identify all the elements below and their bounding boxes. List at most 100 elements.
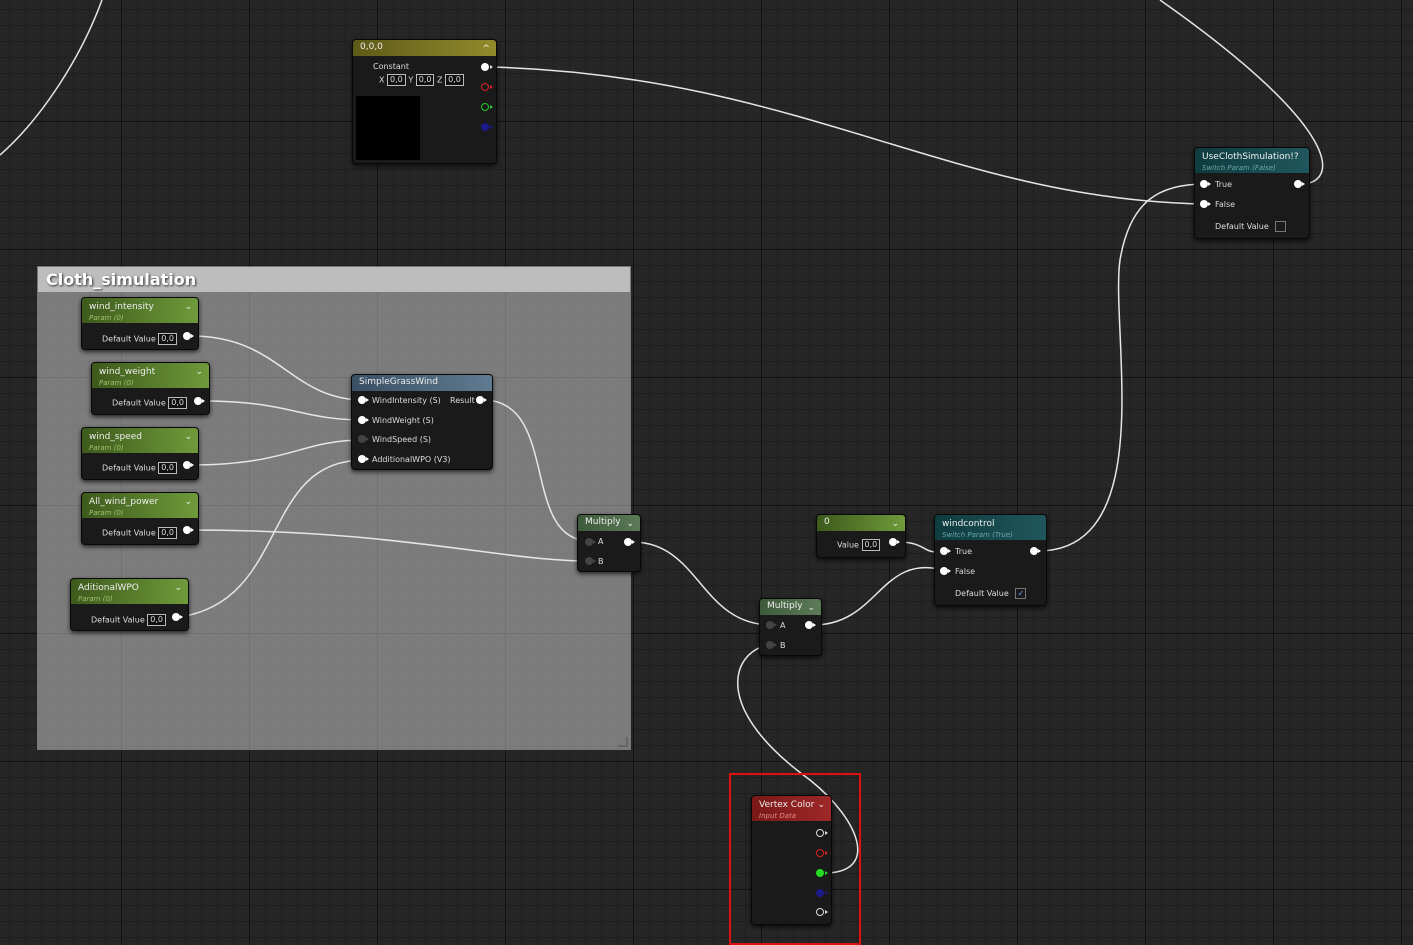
input-label: WindWeight (S) <box>372 416 434 425</box>
node-header[interactable]: 0 ⌄ <box>817 515 905 531</box>
wire-mult2-to-false <box>812 566 948 626</box>
wire-bg-left <box>0 0 103 156</box>
default-value-field[interactable]: 0,0 <box>147 614 167 626</box>
scalar-node-zero[interactable]: 0 ⌄ Value 0,0 <box>816 514 906 558</box>
default-value-row: Default Value 0,0 <box>91 614 167 626</box>
usecloth-true-pin[interactable] <box>1200 180 1211 188</box>
default-value-row: Default Value 0,0 <box>102 333 178 345</box>
node-header[interactable]: UseClothSimulation!? Switch Param (False… <box>1195 148 1309 173</box>
pin-label-true: True <box>955 547 972 556</box>
node-title: 0,0,0 <box>360 42 383 52</box>
value-row: Value 0,0 <box>837 539 881 551</box>
pin-label-b: B <box>598 557 604 566</box>
default-value-checkbox[interactable]: ✓ <box>1015 588 1027 599</box>
param-node-wind-speed[interactable]: wind_speed Param (0) ⌄ Default Value 0,0 <box>81 427 199 480</box>
multiply2-b-pin[interactable] <box>766 641 777 649</box>
sgw-windintensity-pin[interactable] <box>358 396 369 404</box>
wind-intensity-out-pin[interactable] <box>183 332 194 340</box>
default-value-field[interactable]: 0,0 <box>158 333 178 345</box>
windcontrol-switch-node[interactable]: windcontrol Switch Param (True) True Fal… <box>934 514 1047 606</box>
multiply1-b-pin[interactable] <box>585 557 596 565</box>
default-value-field[interactable]: 0,0 <box>168 397 188 409</box>
param-node-aditionalwpo[interactable]: AditionalWPO Param (0) ⌄ Default Value 0… <box>70 578 189 631</box>
param-node-wind-weight[interactable]: wind_weight Param (0) ⌄ Default Value 0,… <box>91 362 210 415</box>
constant-out-rgb-pin[interactable] <box>481 63 493 71</box>
default-value-row: Default Value <box>1215 221 1287 232</box>
wind-speed-out-pin[interactable] <box>183 461 194 469</box>
constant-out-b-pin[interactable] <box>481 123 493 131</box>
node-header[interactable]: AditionalWPO Param (0) ⌄ <box>71 579 188 604</box>
multiply1-a-pin[interactable] <box>585 538 596 546</box>
chevron-down-icon[interactable]: ⌄ <box>817 798 825 812</box>
param-node-all-wind-power[interactable]: All_wind_power Param (0) ⌄ Default Value… <box>81 492 199 545</box>
pin-label-false: False <box>1215 200 1236 209</box>
constant-out-r-pin[interactable] <box>481 83 493 91</box>
node-header[interactable]: wind_intensity Param (0) ⌄ <box>82 298 198 323</box>
default-value-row: Default Value 0,0 <box>112 397 188 409</box>
multiply1-out-pin[interactable] <box>624 538 635 546</box>
node-header[interactable]: Multiply ⌄ <box>578 515 640 531</box>
node-header[interactable]: wind_weight Param (0) ⌄ <box>92 363 209 388</box>
wind-weight-out-pin[interactable] <box>194 397 205 405</box>
sgw-windspeed-pin[interactable] <box>358 435 369 443</box>
z-field[interactable]: 0,0 <box>445 74 464 86</box>
usecloth-switch-node[interactable]: UseClothSimulation!? Switch Param (False… <box>1194 147 1310 239</box>
multiply2-a-pin[interactable] <box>766 621 777 629</box>
value-field[interactable]: 0,0 <box>861 539 881 551</box>
input-label: WindIntensity (S) <box>372 396 441 405</box>
default-value-field[interactable]: 0,0 <box>158 462 178 474</box>
constant-out-g-pin[interactable] <box>481 103 493 111</box>
input-label: AdditionalWPO (V3) <box>372 455 451 464</box>
vertex-color-g-pin[interactable] <box>816 869 828 877</box>
aditionalwpo-out-pin[interactable] <box>172 613 183 621</box>
constant-node[interactable]: 0,0,0 ^ Constant X 0,0 Y 0,0 Z 0,0 <box>352 39 497 164</box>
constant-label: Constant <box>373 62 409 71</box>
pin-label-false: False <box>955 567 976 576</box>
usecloth-false-pin[interactable] <box>1200 200 1211 208</box>
default-value-row: Default Value ✓ <box>955 588 1027 599</box>
vector-fields: X 0,0 Y 0,0 Z 0,0 <box>379 74 464 86</box>
chevron-down-icon[interactable]: ⌄ <box>195 365 203 379</box>
node-header[interactable]: wind_speed Param (0) ⌄ <box>82 428 198 453</box>
simple-grass-wind-node[interactable]: SimpleGrassWind WindIntensity (S) Result… <box>351 374 493 470</box>
y-field[interactable]: 0,0 <box>415 74 435 86</box>
windcontrol-out-pin[interactable] <box>1030 547 1041 555</box>
param-node-wind-intensity[interactable]: wind_intensity Param (0) ⌄ Default Value… <box>81 297 199 350</box>
vertex-color-node[interactable]: Vertex Color Input Data ⌄ <box>751 795 832 925</box>
vertex-color-r-pin[interactable] <box>816 849 828 857</box>
wire-constant-to-false <box>489 66 1206 205</box>
node-header[interactable]: All_wind_power Param (0) ⌄ <box>82 493 198 518</box>
resize-grip-icon[interactable] <box>618 737 628 747</box>
node-header[interactable]: windcontrol Switch Param (True) <box>935 515 1046 540</box>
collapse-icon[interactable]: ^ <box>482 42 490 57</box>
chevron-down-icon[interactable]: ⌄ <box>807 601 815 616</box>
chevron-down-icon[interactable]: ⌄ <box>184 300 192 314</box>
sgw-windweight-pin[interactable] <box>358 416 369 424</box>
pin-label-b: B <box>780 641 786 650</box>
usecloth-out-pin[interactable] <box>1294 180 1305 188</box>
scalar-zero-out-pin[interactable] <box>889 538 900 546</box>
node-header[interactable]: Vertex Color Input Data ⌄ <box>752 796 831 821</box>
multiply2-out-pin[interactable] <box>805 621 816 629</box>
node-header[interactable]: Multiply ⌄ <box>760 599 821 615</box>
sgw-result-pin[interactable] <box>476 396 487 404</box>
input-label: WindSpeed (S) <box>372 435 432 444</box>
all-wind-power-out-pin[interactable] <box>183 526 194 534</box>
chevron-down-icon[interactable]: ⌄ <box>174 581 182 595</box>
x-field[interactable]: 0,0 <box>387 74 406 86</box>
comment-title[interactable]: Cloth_simulation <box>38 267 630 292</box>
windcontrol-true-pin[interactable] <box>940 547 951 555</box>
default-value-field[interactable]: 0,0 <box>158 527 178 539</box>
chevron-down-icon[interactable]: ⌄ <box>184 495 192 509</box>
chevron-down-icon[interactable]: ⌄ <box>626 517 634 532</box>
vertex-color-b-pin[interactable] <box>816 889 828 897</box>
node-header[interactable]: 0,0,0 ^ <box>353 40 496 56</box>
node-header[interactable]: SimpleGrassWind <box>352 375 492 391</box>
chevron-down-icon[interactable]: ⌄ <box>184 430 192 444</box>
default-value-checkbox[interactable] <box>1275 221 1287 232</box>
windcontrol-false-pin[interactable] <box>940 567 951 575</box>
sgw-additionalwpo-pin[interactable] <box>358 455 369 463</box>
chevron-down-icon[interactable]: ⌄ <box>891 517 899 532</box>
vertex-color-rgb-pin[interactable] <box>816 829 828 837</box>
vertex-color-a-pin[interactable] <box>816 908 828 916</box>
